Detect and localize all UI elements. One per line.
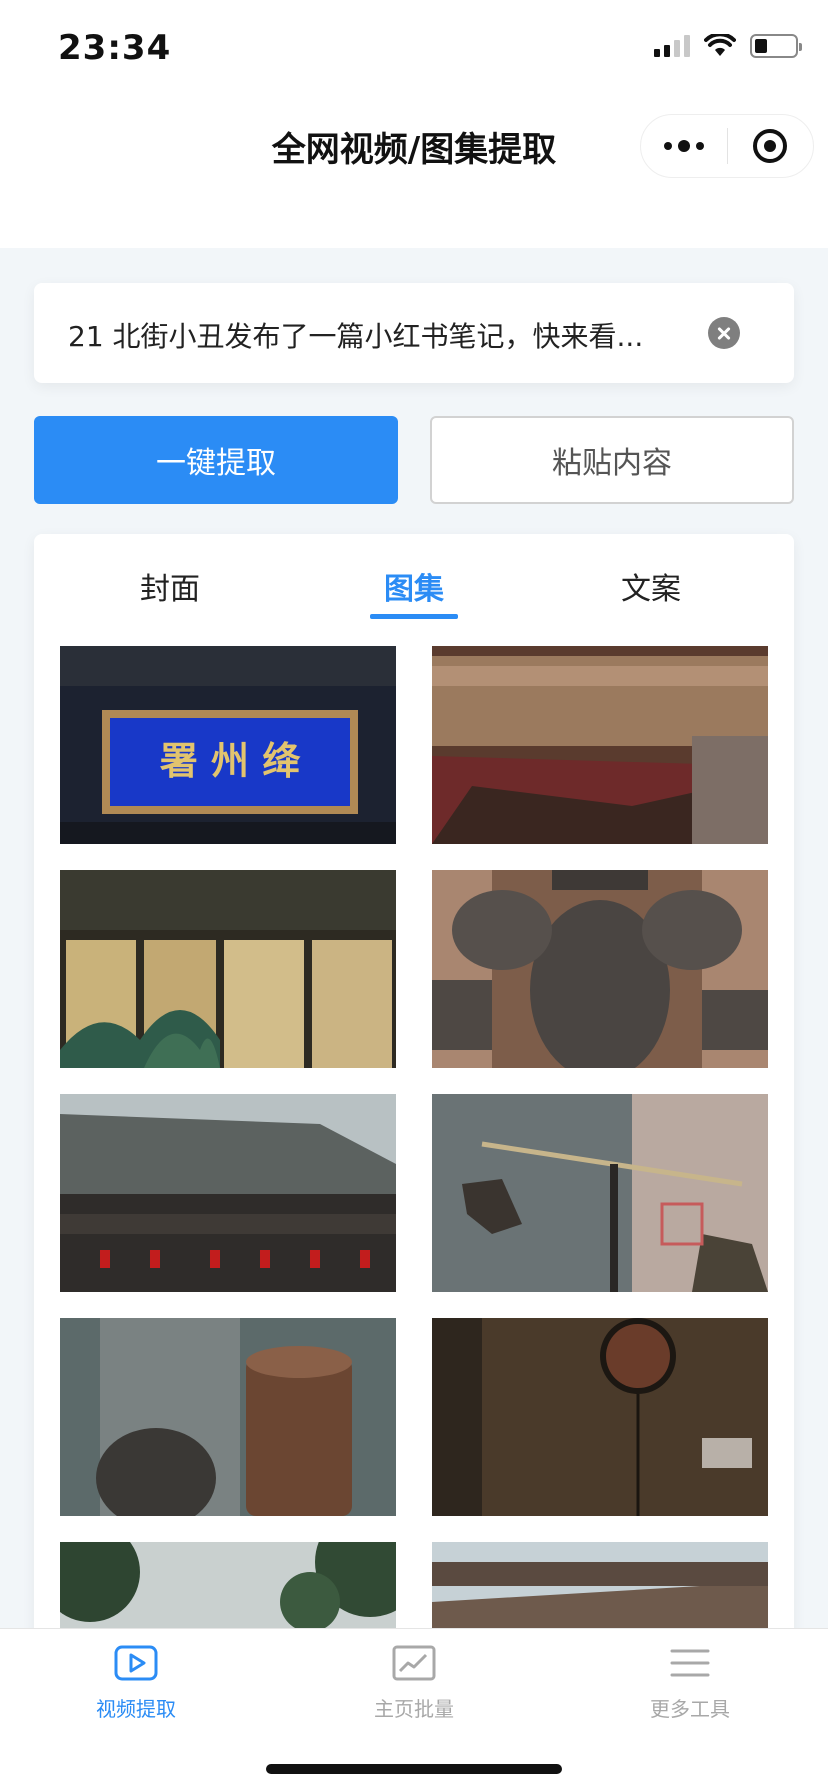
status-icons xyxy=(654,34,802,58)
more-dots-icon xyxy=(663,140,704,152)
extract-button[interactable]: 一键提取 xyxy=(34,416,398,504)
tab-active-indicator xyxy=(370,614,458,619)
tabbar-item-homepage-batch[interactable]: 主页批量 xyxy=(314,1643,514,1722)
wifi-icon xyxy=(704,34,736,56)
link-input[interactable]: 21 北街小丑发布了一篇小红书笔记，快来看... xyxy=(34,283,794,383)
nav-bar: 全网视频/图集提取 xyxy=(0,100,828,248)
tabbar-label: 视频提取 xyxy=(96,1697,176,1721)
tab-copywriting[interactable]: 文案 xyxy=(571,564,731,608)
tabbar-label: 更多工具 xyxy=(650,1697,730,1721)
tabbar-item-video-extract[interactable]: 视频提取 xyxy=(36,1643,236,1722)
more-button[interactable] xyxy=(641,115,727,177)
result-tabs: 封面 图集 文案 xyxy=(34,534,794,634)
link-input-value: 21 北街小丑发布了一篇小红书笔记，快来看... xyxy=(68,320,644,353)
balance-scale-image[interactable] xyxy=(432,1094,768,1292)
home-indicator xyxy=(266,1764,562,1774)
clear-icon[interactable] xyxy=(708,317,740,349)
tab-gallery[interactable]: 图集 xyxy=(334,564,494,608)
plaque-text: 署 州 绛 xyxy=(160,738,301,783)
paste-button[interactable]: 粘贴内容 xyxy=(430,416,794,504)
tab-cover[interactable]: 封面 xyxy=(90,564,250,608)
tabbar-item-more-tools[interactable]: 更多工具 xyxy=(590,1643,790,1722)
wooden-door-image[interactable] xyxy=(432,1318,768,1516)
temple-roof-image[interactable] xyxy=(60,1094,396,1292)
pottery-jars-image[interactable] xyxy=(60,1318,396,1516)
status-bar: 23:34 xyxy=(0,0,828,100)
menu-lines-icon xyxy=(670,1649,710,1677)
mini-program-capsule xyxy=(640,114,814,178)
chart-icon xyxy=(392,1645,436,1681)
tabbar-label: 主页批量 xyxy=(374,1697,454,1721)
battery-icon xyxy=(750,34,802,58)
signal-icon xyxy=(654,35,690,57)
target-icon xyxy=(753,129,788,163)
timber-beam-image[interactable] xyxy=(432,646,768,844)
painted-screen-image[interactable] xyxy=(60,870,396,1068)
armor-image[interactable] xyxy=(432,870,768,1068)
video-play-icon xyxy=(114,1645,158,1681)
status-time: 23:34 xyxy=(58,28,172,68)
result-card: 封面 图集 文案 署 州 绛 xyxy=(34,534,794,1644)
plaque-image[interactable]: 署 州 绛 xyxy=(60,646,396,844)
close-miniprogram-button[interactable] xyxy=(728,115,814,177)
